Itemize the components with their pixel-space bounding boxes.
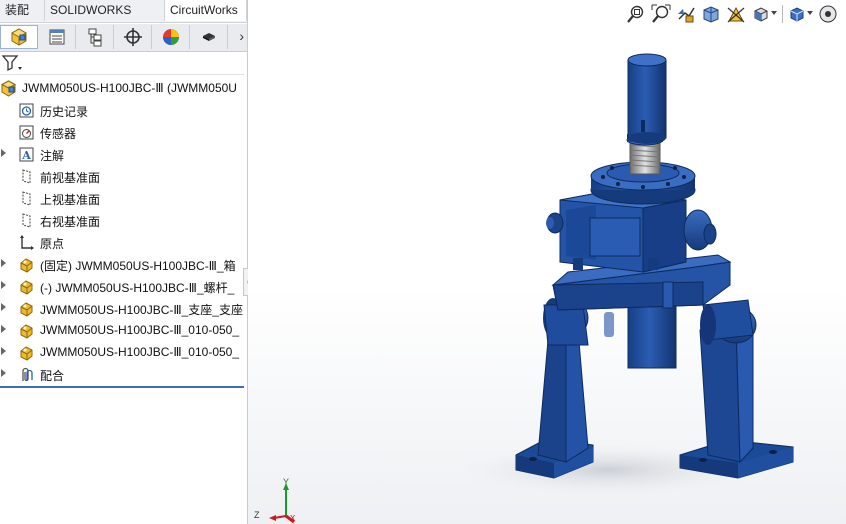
assembly-icon (0, 80, 17, 97)
tab-assembly[interactable]: 装配体 (0, 0, 45, 38)
plane-icon (18, 168, 35, 185)
configuration-icon (88, 28, 101, 47)
part-icon (18, 256, 35, 273)
sensor-icon (18, 124, 35, 141)
crosshair-icon (123, 28, 142, 46)
configurationmanager-tab[interactable] (76, 25, 114, 49)
property-list-icon (49, 29, 64, 45)
tree-item-label: 上视基准面 (40, 193, 101, 207)
part-icon (18, 278, 35, 295)
tree-item-label: JWMM050US-H100JBC-Ⅲ_支座_支座 (40, 303, 243, 317)
display-manager-tab[interactable] (152, 25, 190, 49)
triad-y-label: Y (283, 477, 290, 487)
lower-screw-tube[interactable] (627, 299, 677, 369)
tree-item-label: 配合 (40, 369, 65, 383)
tree-item-row[interactable]: 上视基准面 (0, 188, 247, 210)
tree-item-row[interactable]: 传感器 (0, 122, 247, 144)
tree-item-label: JWMM050US-H100JBC-Ⅲ_010-050_ (40, 345, 240, 359)
dimxpert-tab[interactable] (114, 25, 152, 49)
tree-item-label: JWMM050US-H100JBC-Ⅲ (JWMM050U (22, 81, 237, 95)
annotation-icon: A (18, 146, 35, 163)
triad-x-label: X (290, 514, 296, 523)
tab-circuitworks[interactable]: CircuitWorks (165, 0, 247, 21)
expand-arrow-icon[interactable] (1, 347, 6, 355)
tree-item-row[interactable]: JWMM050US-H100JBC-Ⅲ_010-050_ (0, 342, 247, 364)
manager-tab-bar: › (0, 24, 247, 52)
right-support-leg[interactable] (679, 299, 794, 479)
appearance-pie-icon (162, 29, 179, 45)
propertymanager-tab[interactable] (38, 25, 76, 49)
tree-item-row[interactable]: 右视基准面 (0, 210, 247, 232)
part-icon (18, 344, 35, 361)
cam-tab[interactable] (190, 25, 228, 49)
filter-bar[interactable] (0, 52, 244, 75)
expand-arrow-icon[interactable] (1, 303, 6, 311)
origin-icon (18, 234, 35, 251)
graphics-area[interactable]: Y Z X (248, 0, 846, 524)
chip-icon (202, 33, 215, 41)
tree-item-label: 传感器 (40, 127, 77, 141)
tree-item-row[interactable]: 原点 (0, 232, 247, 254)
plane-icon (18, 212, 35, 229)
more-tabs-chevron-icon[interactable]: › (239, 28, 244, 44)
tree-item-label: 右视基准面 (40, 215, 101, 229)
tree-item-label: (-) JWMM050US-H100JBC-Ⅲ_螺杆_ (40, 281, 235, 295)
svg-text:A: A (21, 149, 31, 162)
part-icon (18, 322, 35, 339)
tree-item-label: (固定) JWMM050US-H100JBC-Ⅲ_箱 (40, 259, 236, 273)
filter-icon[interactable] (1, 53, 23, 73)
tree-item-row[interactable]: A 注解 (0, 144, 247, 166)
tree-item-label: 历史记录 (40, 105, 89, 119)
plane-icon (18, 190, 35, 207)
part-icon (18, 300, 35, 317)
triad-z-label: Z (254, 510, 260, 520)
tree-item-row[interactable]: JWMM050US-H100JBC-Ⅲ_010-050_ (0, 320, 247, 342)
tree-item-label: 原点 (40, 237, 65, 251)
expand-arrow-icon[interactable] (1, 325, 6, 333)
tree-item-label: JWMM050US-H100JBC-Ⅲ_010-050_ (40, 323, 240, 337)
3d-model-gear-jack[interactable] (248, 0, 846, 524)
tree-item-row[interactable]: 配合 (0, 364, 247, 386)
tree-item-row[interactable]: JWMM050US-H100JBC-Ⅲ_支座_支座 (0, 298, 247, 320)
mates-icon (18, 366, 35, 383)
expand-arrow-icon[interactable] (1, 281, 6, 289)
tree-item-row[interactable]: (-) JWMM050US-H100JBC-Ⅲ_螺杆_ (0, 276, 247, 298)
tree-item-row[interactable]: (固定) JWMM050US-H100JBC-Ⅲ_箱 (0, 254, 247, 276)
expand-arrow-icon[interactable] (1, 369, 6, 377)
featuremanager-tab[interactable] (0, 25, 38, 49)
tab-solidworks-mbd[interactable]: SOLIDWORKS MBD (45, 0, 165, 38)
command-tab-strip: 装配体 SOLIDWORKS MBD CircuitWorks (0, 0, 247, 38)
tree-item-label: 前视基准面 (40, 171, 101, 185)
tree-item-label: 注解 (40, 149, 65, 163)
feature-manager-panel: 装配体 SOLIDWORKS MBD CircuitWorks (0, 0, 255, 524)
tree-item-row[interactable]: 历史记录 (0, 100, 247, 122)
history-icon (18, 102, 35, 119)
tree-item-row[interactable]: 前视基准面 (0, 166, 247, 188)
expand-arrow-icon[interactable] (1, 149, 6, 157)
rollback-bar[interactable] (0, 386, 244, 388)
coordinate-triad (269, 483, 295, 524)
tree-item-root-assembly[interactable]: JWMM050US-H100JBC-Ⅲ (JWMM050U (0, 78, 247, 100)
assembly-cube-icon (10, 28, 28, 46)
upper-screw-cover[interactable] (627, 53, 667, 144)
expand-arrow-icon[interactable] (1, 259, 6, 267)
